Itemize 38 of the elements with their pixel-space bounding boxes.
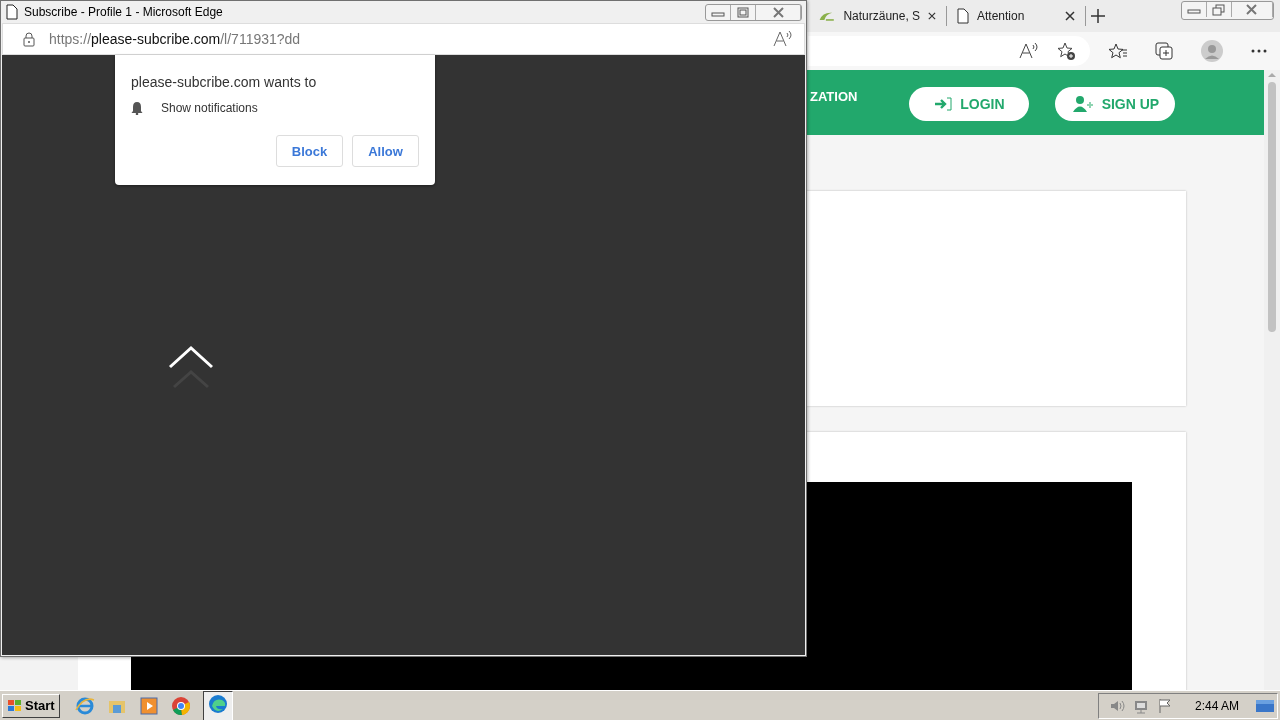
browser-tab[interactable]: Naturzäune, S: [812, 0, 942, 32]
bell-icon: [131, 101, 143, 115]
browser-tab[interactable]: Attention: [951, 0, 1081, 32]
sign-up-button[interactable]: SIGN UP: [1055, 87, 1176, 121]
close-icon[interactable]: [928, 11, 936, 21]
start-button[interactable]: Start: [2, 693, 60, 718]
close-icon[interactable]: [1065, 11, 1075, 21]
show-desktop-icon[interactable]: [1255, 697, 1275, 714]
dialog-title: please-subcribe.com wants to: [131, 74, 318, 90]
collections-icon[interactable]: [1154, 41, 1174, 61]
scroll-up-icon[interactable]: [1267, 70, 1277, 78]
block-button[interactable]: Block: [276, 135, 343, 167]
profile-avatar-icon[interactable]: [1200, 39, 1224, 63]
nav-link[interactable]: ZATION: [810, 89, 858, 104]
lock-icon: [23, 31, 35, 47]
flag-icon[interactable]: [1156, 697, 1173, 714]
media-player-icon[interactable]: [138, 695, 159, 716]
scrollbar-thumb[interactable]: [1268, 82, 1276, 332]
permission-label: Show notifications: [161, 101, 258, 115]
edge-icon[interactable]: [207, 693, 228, 714]
allow-button[interactable]: Allow: [352, 135, 419, 167]
read-aloud-icon[interactable]: [772, 30, 792, 48]
more-icon[interactable]: [1250, 48, 1268, 54]
chevron-up-icon: [168, 345, 214, 391]
new-tab-icon[interactable]: [1090, 8, 1106, 24]
favorites-icon[interactable]: [1108, 42, 1128, 60]
window-title: Subscribe - Profile 1 - Microsoft Edge: [24, 5, 223, 19]
user-add-icon: [1071, 95, 1094, 113]
windows-logo-icon: [7, 698, 23, 713]
read-aloud-icon[interactable]: [1018, 42, 1038, 60]
clock: 2:44 AM: [1194, 698, 1239, 713]
login-button[interactable]: LOGIN: [909, 87, 1030, 121]
page-icon: [957, 8, 969, 24]
browser-e-icon[interactable]: [74, 695, 95, 716]
page-icon: [6, 4, 18, 20]
chrome-icon[interactable]: [170, 695, 191, 716]
login-icon: [934, 97, 953, 111]
favorite-add-icon[interactable]: [1056, 41, 1076, 61]
